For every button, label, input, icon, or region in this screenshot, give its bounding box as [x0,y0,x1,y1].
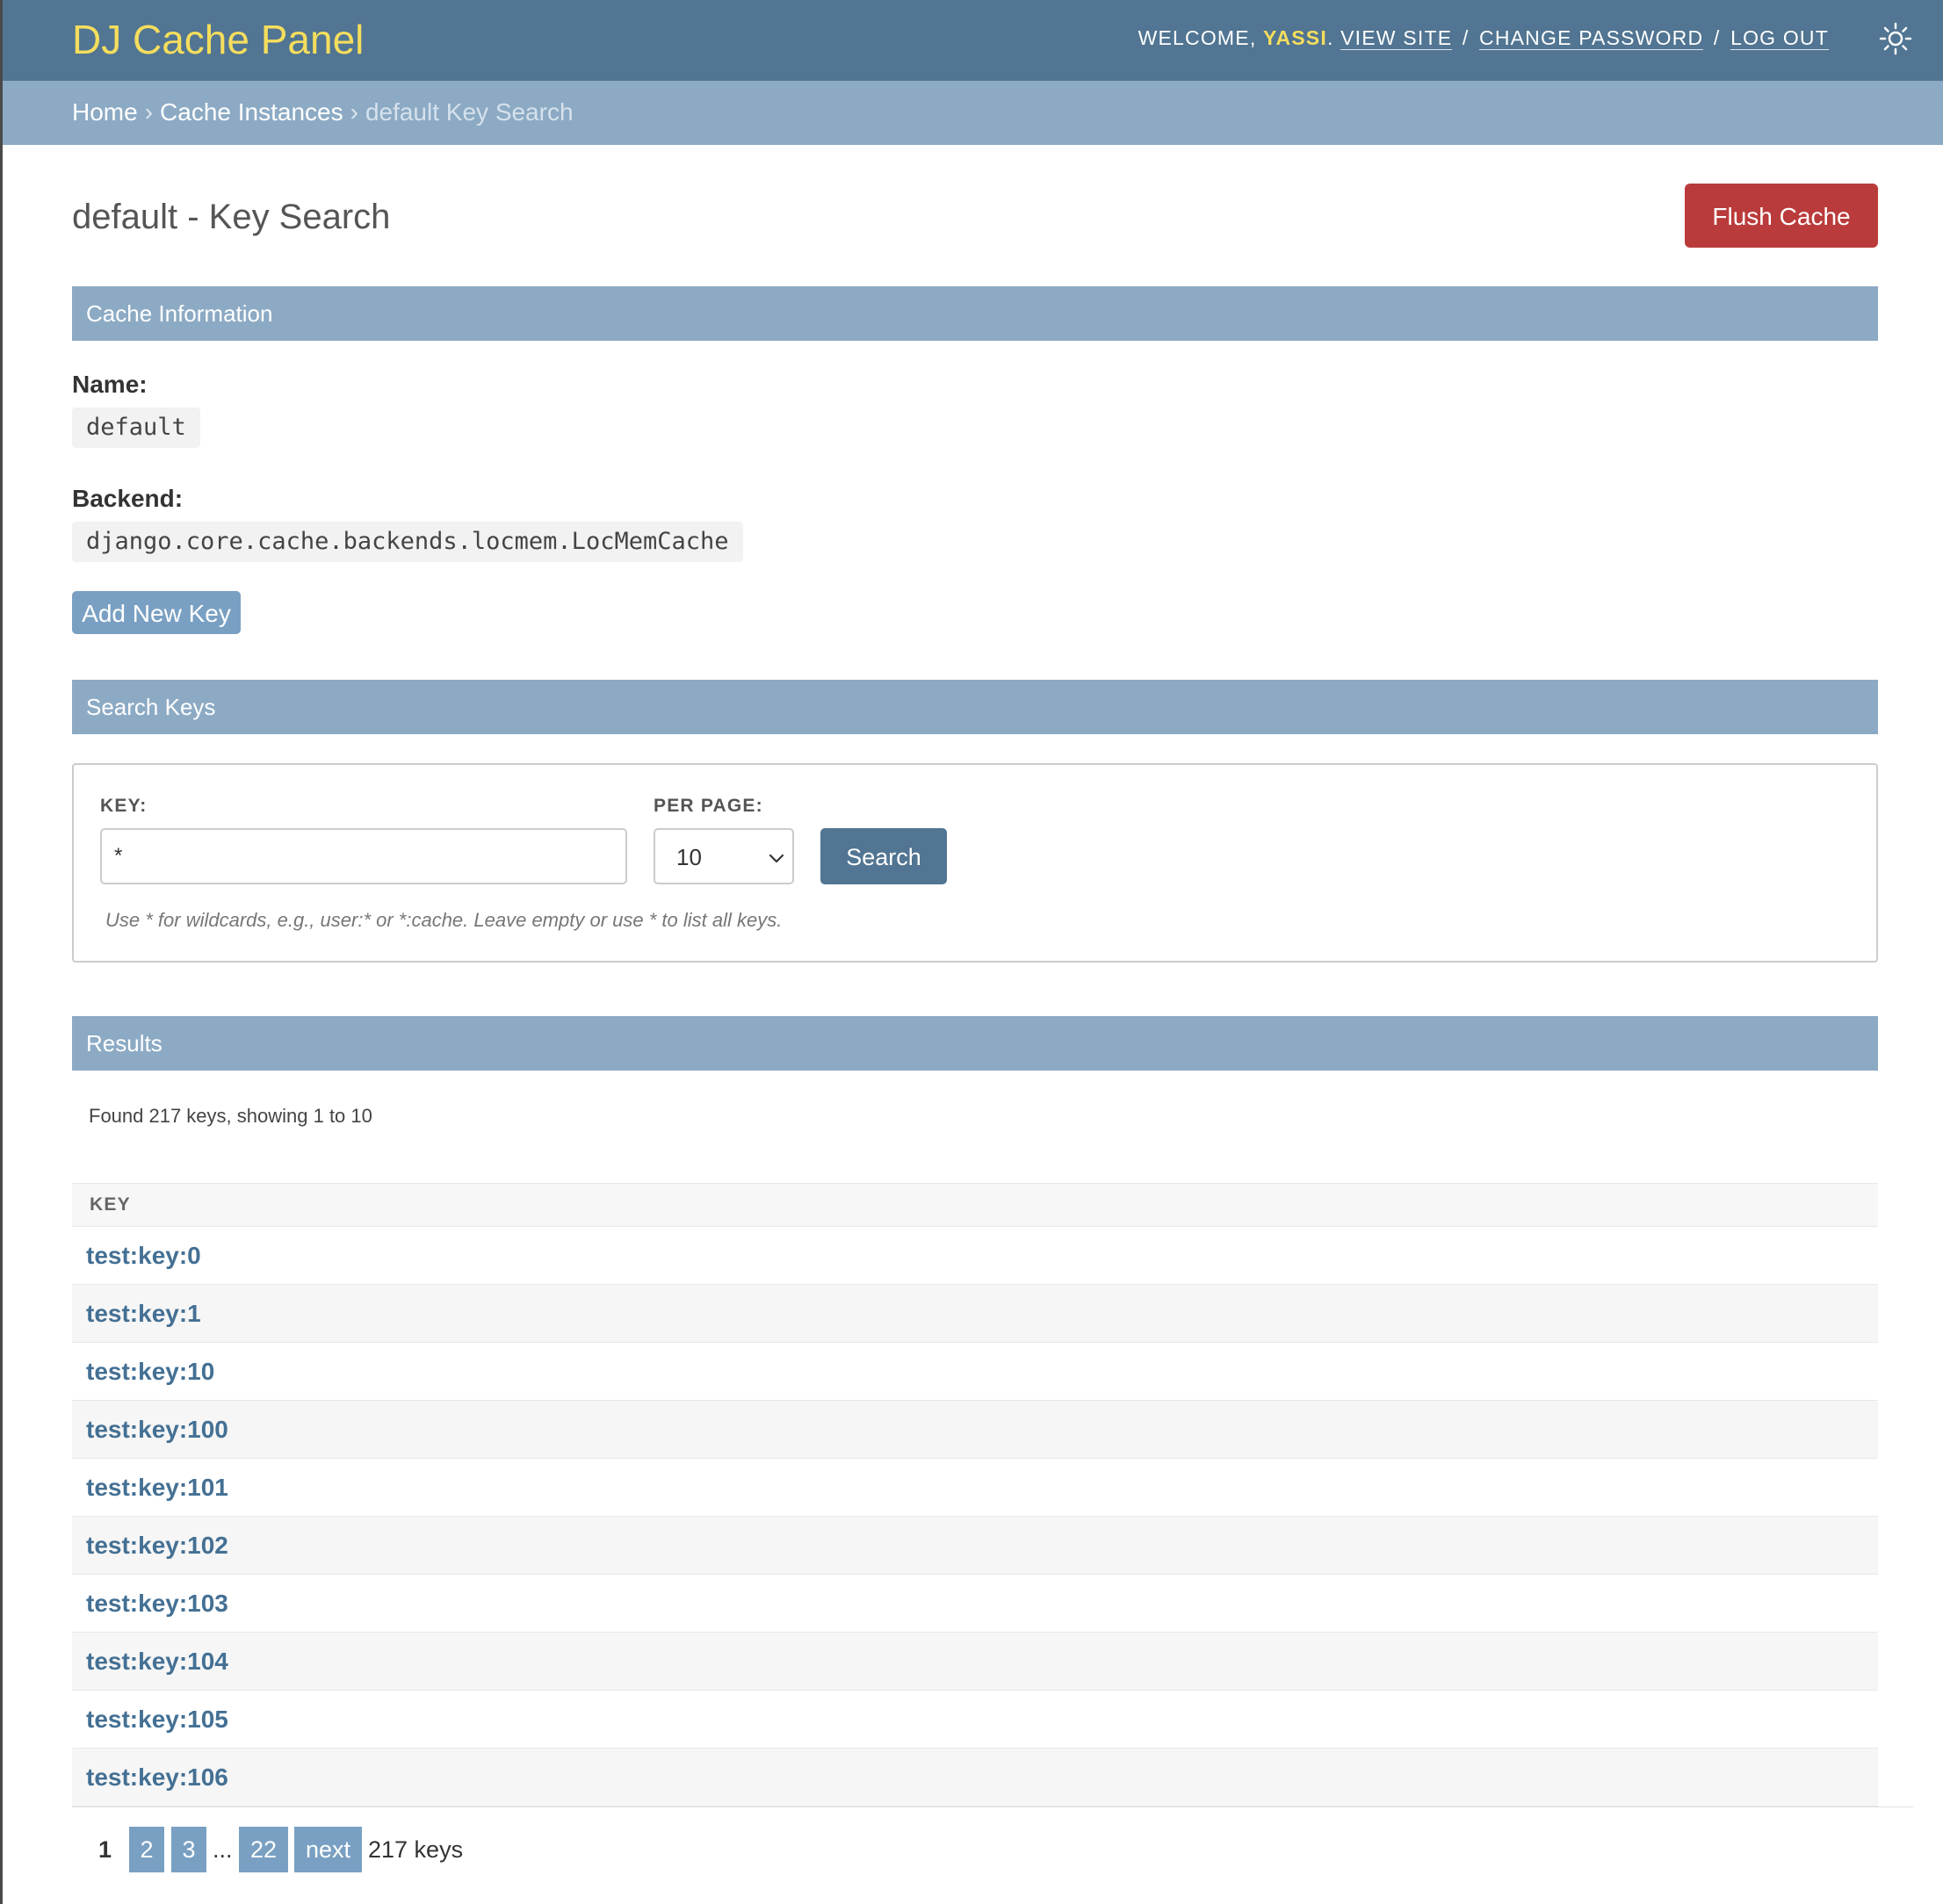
table-row: test:key:103 [72,1574,1878,1633]
page-title: default - Key Search [72,198,391,236]
key-link[interactable]: test:key:101 [86,1474,228,1501]
cache-information-header: Cache Information [72,286,1878,341]
site-brand[interactable]: DJ Cache Panel [72,16,364,63]
breadcrumb-current: default Key Search [365,98,574,126]
table-cell: test:key:103 [72,1574,1878,1633]
key-link[interactable]: test:key:100 [86,1416,228,1443]
key-link[interactable]: test:key:1 [86,1300,201,1327]
log-out-link[interactable]: LOG OUT [1730,26,1829,50]
add-new-key-button[interactable]: Add New Key [72,591,241,634]
user-tools: WELCOME, YASSI. VIEW SITE / CHANGE PASSW… [1138,25,1829,51]
flush-cache-button[interactable]: Flush Cache [1685,184,1878,248]
key-link[interactable]: test:key:103 [86,1590,228,1617]
table-header-row: KEY [72,1183,1878,1227]
table-row: test:key:102 [72,1516,1878,1575]
table-row: test:key:101 [72,1458,1878,1517]
table-cell: test:key:104 [72,1632,1878,1691]
total-keys-count: 217 keys [368,1836,464,1863]
separator: / [1713,26,1721,49]
results-count: Found 217 keys, showing 1 to 10 [89,1105,372,1127]
chevron-down-icon [766,847,787,869]
table-row: test:key:104 [72,1632,1878,1691]
per-page-label: PER PAGE: [654,796,763,816]
key-link[interactable]: test:key:0 [86,1242,201,1269]
table-row: test:key:1 [72,1284,1878,1343]
welcome-text: WELCOME, [1138,26,1257,49]
key-link[interactable]: test:key:104 [86,1648,228,1675]
next-page-link[interactable]: next [294,1827,362,1872]
search-button[interactable]: Search [820,828,947,884]
table-cell: test:key:1 [72,1284,1878,1343]
key-link[interactable]: test:key:102 [86,1532,228,1559]
sun-icon[interactable] [1878,21,1913,56]
search-help-text: Use * for wildcards, e.g., user:* or *:c… [105,909,783,931]
table-cell: test:key:0 [72,1226,1878,1285]
breadcrumb-separator: › [144,98,154,126]
table-cell: test:key:105 [72,1690,1878,1749]
page-2-link[interactable]: 2 [129,1827,164,1872]
key-field-label: KEY: [100,796,148,816]
breadcrumb-cache-instances[interactable]: Cache Instances [160,98,343,126]
page-3-link[interactable]: 3 [171,1827,206,1872]
results-table: KEY test:key:0 test:key:1 test:key:10 te… [72,1183,1878,1807]
page-22-link[interactable]: 22 [239,1827,288,1872]
per-page-value: 10 [676,844,702,870]
breadcrumb-separator: › [350,98,358,126]
page-current: 1 [98,1836,112,1863]
table-row: test:key:100 [72,1400,1878,1459]
table-cell: test:key:10 [72,1342,1878,1401]
breadcrumb-home[interactable]: Home [72,98,138,126]
name-label: Name: [72,371,148,398]
table-row: test:key:106 [72,1748,1878,1807]
name-value: default [72,407,200,448]
page-ellipsis: ... [213,1836,233,1863]
table-cell: test:key:100 [72,1400,1878,1459]
key-search-input[interactable] [100,828,627,884]
table-row: test:key:10 [72,1342,1878,1401]
table-cell: test:key:102 [72,1516,1878,1575]
separator: / [1462,26,1470,49]
key-link[interactable]: test:key:105 [86,1706,228,1733]
backend-value: django.core.cache.backends.locmem.LocMem… [72,522,743,562]
key-link[interactable]: test:key:106 [86,1763,228,1791]
key-column-header[interactable]: KEY [72,1183,1878,1227]
username: YASSI [1263,26,1327,49]
breadcrumb: Home › Cache Instances › default Key Search [3,81,1943,145]
change-password-link[interactable]: CHANGE PASSWORD [1479,26,1704,50]
username-suffix: . [1326,26,1334,49]
table-row: test:key:105 [72,1690,1878,1749]
view-site-link[interactable]: VIEW SITE [1340,26,1453,50]
per-page-select[interactable]: 10 [654,828,794,884]
key-link[interactable]: test:key:10 [86,1358,214,1385]
table-row: test:key:0 [72,1226,1878,1285]
site-header: DJ Cache Panel WELCOME, YASSI. VIEW SITE… [3,0,1943,81]
backend-label: Backend: [72,485,184,512]
window-left-edge [0,0,3,1904]
search-keys-header: Search Keys [72,680,1878,734]
results-header: Results [72,1016,1878,1071]
table-cell: test:key:101 [72,1458,1878,1517]
table-cell: test:key:106 [72,1748,1878,1807]
